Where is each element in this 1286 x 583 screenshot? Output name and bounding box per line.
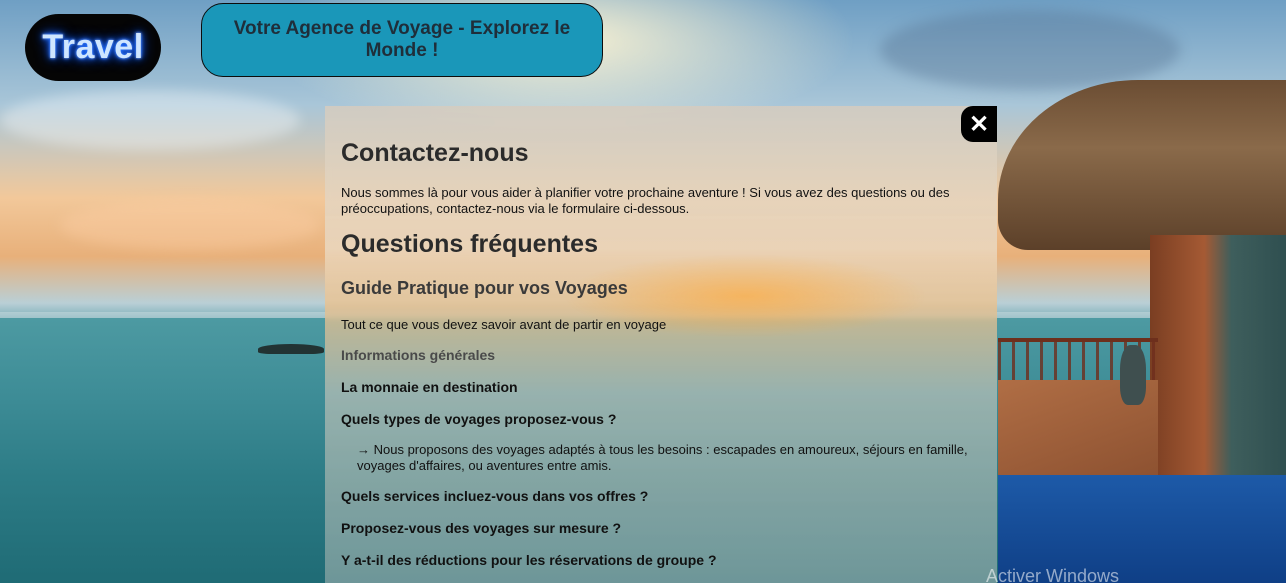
guide-text: Tout ce que vous devez savoir avant de p… [341,317,667,332]
faq-question-custom-trips[interactable]: Proposez-vous des voyages sur mesure ? [341,520,621,536]
faq-answer-trip-types: → Nous proposons des voyages adaptés à t… [357,442,968,473]
faq-title: Questions fréquentes [341,230,598,258]
contact-title: Contactez-nous [341,139,529,167]
faq-question-group-discounts[interactable]: Y a-t-il des réductions pour les réserva… [341,552,717,568]
activate-windows-watermark: Activer Windows [986,566,1120,583]
tagline-text: Votre Agence de Voyage - Explorez le Mon… [233,18,571,61]
logo-text: Travel [42,28,144,66]
faq-question-currency[interactable]: La monnaie en destination [341,379,518,395]
info-section-title: Informations générales [341,347,496,363]
contact-text: Nous sommes là pour vous aider à planifi… [341,185,950,216]
travel-logo[interactable]: Travel [25,14,161,81]
faq-question-services[interactable]: Quels services incluez-vous dans vos off… [341,488,648,504]
close-icon[interactable]: ✕ [961,106,997,142]
guide-title: Guide Pratique pour vos Voyages [341,278,628,298]
faq-question-trip-types[interactable]: Quels types de voyages proposez-vous ? [341,411,616,427]
contact-modal: Contactez-nous Nous sommes là pour vous … [325,106,997,583]
modal-backdrop [325,106,997,583]
tagline-banner: Votre Agence de Voyage - Explorez le Mon… [201,3,603,77]
